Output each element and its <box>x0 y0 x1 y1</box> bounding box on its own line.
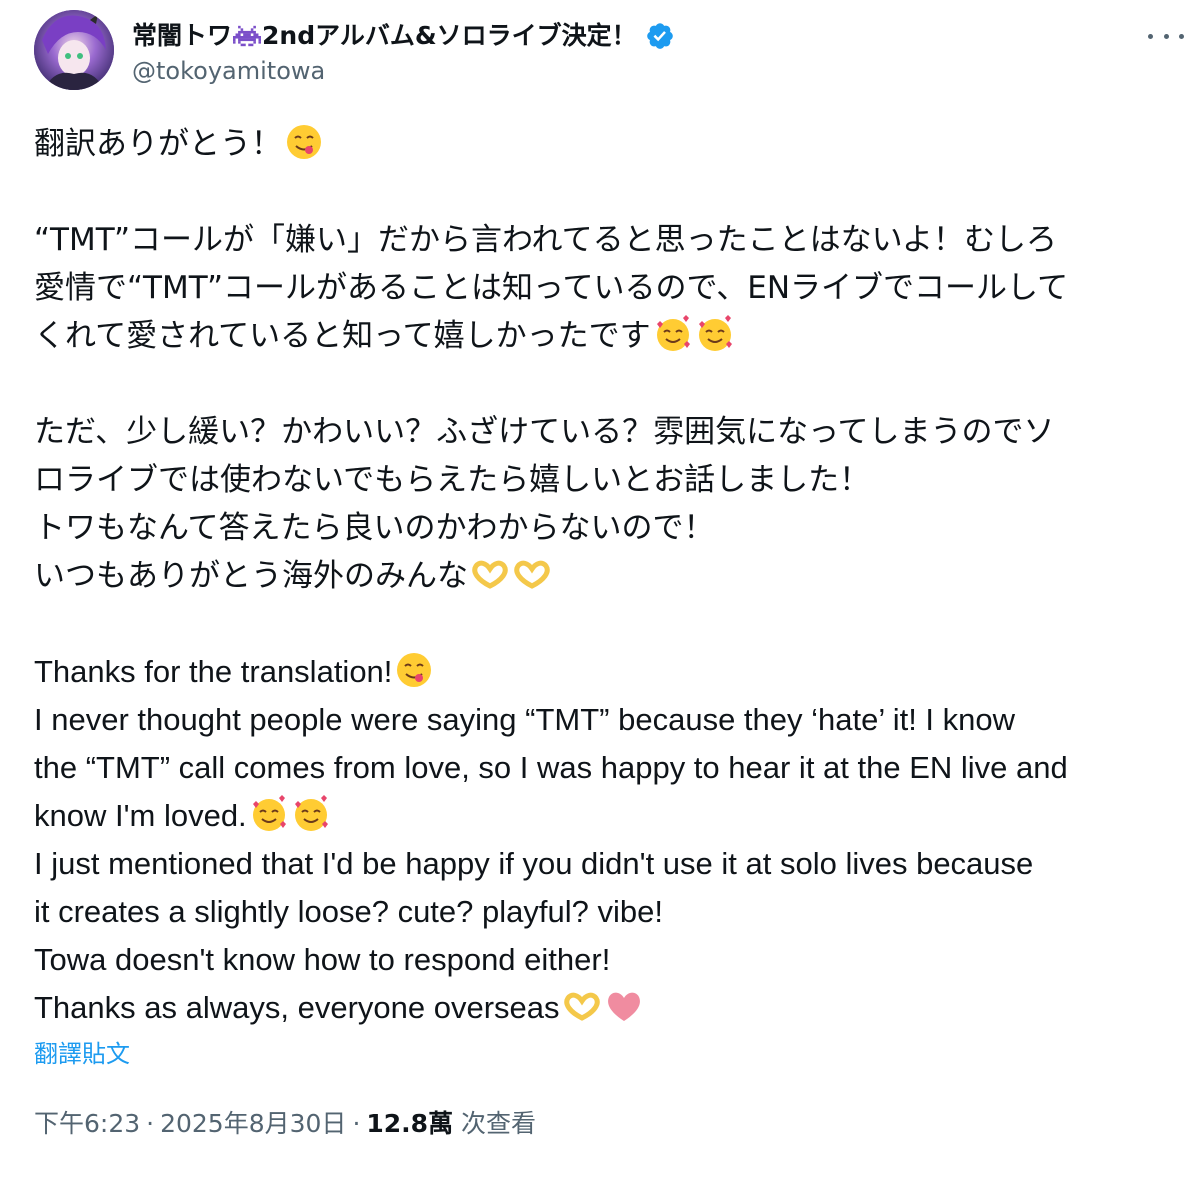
text-line: the “TMT” call comes from love, so I was… <box>34 750 1068 785</box>
text-line: ただ、少し緩い？かわいい？ふざけている？雰囲気になってしまうのでソ <box>34 414 1055 450</box>
author-handle[interactable]: @tokoyamitowa <box>132 56 325 86</box>
text-line: いつもありがとう海外のみんな <box>34 552 1174 600</box>
tweet-meta: 下午6:23 · 2025年8月30日 · 12.8萬 次查看 <box>34 1106 536 1142</box>
tweet-time[interactable]: 下午6:23 <box>34 1109 140 1138</box>
yum-emoji <box>287 125 321 159</box>
smiling-hearts-emoji <box>656 315 690 351</box>
text-line: “TMT”コールが「嫌い」だから言われてると思ったことはないよ！むしろ <box>34 222 1057 258</box>
text-line: I just mentioned that I'd be happy if yo… <box>34 846 1034 881</box>
views-link[interactable]: 12.8萬 次查看 <box>366 1109 536 1138</box>
pink-heart-emoji <box>607 992 640 1021</box>
text-line: it creates a slightly loose? cute? playf… <box>34 894 663 929</box>
views-label: 次查看 <box>461 1109 537 1138</box>
verified-badge-icon <box>646 23 673 49</box>
text-line: 愛情で“TMT”コールがあることは知っているので、ENライブでコールして <box>34 270 1069 306</box>
text-line: トワもなんて答えたら良いのかわからないので！ <box>34 510 715 546</box>
smiling-hearts-emoji <box>252 795 286 831</box>
views-count: 12.8萬 <box>366 1109 454 1138</box>
heart-hands-emoji <box>563 992 600 1021</box>
text-line: Towa doesn't know how to respond either! <box>34 942 611 977</box>
heart-hands-emoji <box>472 560 508 589</box>
author-name-suffix: 2ndアルバム&ソロライブ決定！ <box>262 21 637 50</box>
text-line: Thanks as always, everyone overseas <box>34 984 1174 1032</box>
author-name[interactable]: 常闇トワ 2ndアルバム&ソロライブ決定！ <box>132 20 675 52</box>
heart-hands-emoji <box>514 560 550 589</box>
text-line: Thanks for the translation! <box>34 648 1174 696</box>
meta-separator: · <box>146 1109 155 1138</box>
tweet-date[interactable]: 2025年8月30日 <box>160 1109 346 1138</box>
author-name-prefix: 常闇トワ <box>132 21 233 50</box>
text-line: I never thought people were saying “TMT”… <box>34 702 1016 737</box>
smiling-hearts-emoji <box>294 795 328 831</box>
yum-emoji <box>397 653 432 687</box>
smiling-hearts-emoji <box>698 315 732 351</box>
text-line: くれて愛されていると知って嬉しかったです <box>34 312 1174 360</box>
text-line: ロライブでは使わないでもらえたら嬉しいとお話しました！ <box>34 462 871 498</box>
tweet-header: 常闇トワ 2ndアルバム&ソロライブ決定！ @tokoyamitowa <box>34 10 1184 96</box>
tweet-text: 翻訳ありがとう！ “TMT”コールが「嫌い」だから言われてると思ったことはないよ… <box>34 120 1174 1032</box>
translate-post-link[interactable]: 翻譯貼文 <box>34 1038 130 1070</box>
space-invader-icon <box>233 25 262 47</box>
avatar[interactable] <box>34 10 114 90</box>
text-line: 翻訳ありがとう！ <box>34 120 1174 168</box>
meta-separator: · <box>352 1109 361 1138</box>
text-line: know I'm loved. <box>34 792 1174 840</box>
more-icon[interactable] <box>1148 24 1184 48</box>
